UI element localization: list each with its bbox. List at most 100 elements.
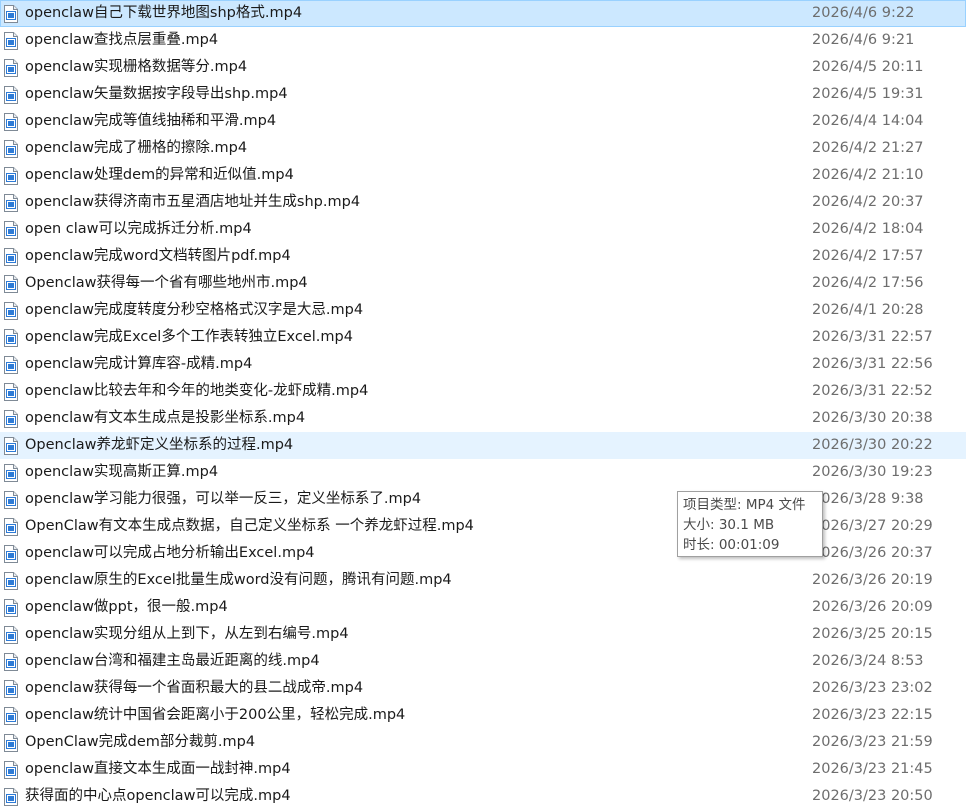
file-row[interactable]: openclaw统计中国省会距离小于200公里，轻松完成.mp4 2026/3/2… (0, 702, 966, 729)
file-name: openclaw完成度转度分秒空格格式汉字是大忌.mp4 (25, 302, 364, 318)
file-row[interactable]: openclaw完成Excel多个工作表转独立Excel.mp4 2026/3/3… (0, 324, 966, 351)
file-date: 2026/4/2 20:37 (812, 194, 924, 210)
file-date: 2026/3/27 20:29 (812, 518, 933, 534)
file-date: 2026/3/23 21:45 (812, 761, 933, 777)
video-file-icon (4, 707, 18, 725)
video-file-icon (4, 140, 18, 158)
file-name: openclaw原生的Excel批量生成word没有问题，腾讯有问题.mp4 (25, 572, 452, 588)
file-date: 2026/3/30 20:38 (812, 410, 933, 426)
file-date: 2026/3/25 20:15 (812, 626, 933, 642)
video-file-icon (4, 59, 18, 77)
video-file-icon (4, 491, 18, 509)
file-name: openclaw自己下载世界地图shp格式.mp4 (25, 5, 303, 21)
file-row[interactable]: openclaw处理dem的异常和近似值.mp4 2026/4/2 21:10 (0, 162, 966, 189)
video-file-icon (4, 329, 18, 347)
video-file-icon (4, 167, 18, 185)
file-name: openclaw完成Excel多个工作表转独立Excel.mp4 (25, 329, 353, 345)
file-name: openclaw可以完成占地分析输出Excel.mp4 (25, 545, 315, 561)
file-name: openclaw实现栅格数据等分.mp4 (25, 59, 248, 75)
file-date: 2026/4/4 14:04 (812, 113, 924, 129)
file-date: 2026/3/26 20:09 (812, 599, 933, 615)
file-date: 2026/3/31 22:56 (812, 356, 933, 372)
file-row[interactable]: open claw可以完成拆迁分析.mp4 2026/4/2 18:04 (0, 216, 966, 243)
video-file-icon (4, 302, 18, 320)
file-date: 2026/4/6 9:22 (812, 5, 915, 21)
file-row[interactable]: openclaw完成word文档转图片pdf.mp4 2026/4/2 17:57 (0, 243, 966, 270)
file-name: openclaw有文本生成点是投影坐标系.mp4 (25, 410, 306, 426)
file-name: openclaw完成了栅格的擦除.mp4 (25, 140, 248, 156)
file-name: Openclaw养龙虾定义坐标系的过程.mp4 (25, 437, 294, 453)
file-date: 2026/3/31 22:57 (812, 329, 933, 345)
video-file-icon (4, 5, 18, 23)
video-file-icon (4, 599, 18, 617)
file-row[interactable]: openclaw原生的Excel批量生成word没有问题，腾讯有问题.mp4 20… (0, 567, 966, 594)
file-row[interactable]: openclaw查找点层重叠.mp4 2026/4/6 9:21 (0, 27, 966, 54)
video-file-icon (4, 275, 18, 293)
file-date: 2026/4/2 17:57 (812, 248, 924, 264)
file-row[interactable]: openclaw实现分组从上到下，从左到右编号.mp4 2026/3/25 20:… (0, 621, 966, 648)
file-row[interactable]: openclaw比较去年和今年的地类变化-龙虾成精.mp4 2026/3/31 2… (0, 378, 966, 405)
file-date: 2026/3/30 20:22 (812, 437, 933, 453)
file-name: openclaw做ppt，很一般.mp4 (25, 599, 228, 615)
file-name: openclaw学习能力很强，可以举一反三，定义坐标系了.mp4 (25, 491, 422, 507)
file-row[interactable]: openclaw完成了栅格的擦除.mp4 2026/4/2 21:27 (0, 135, 966, 162)
file-name: open claw可以完成拆迁分析.mp4 (25, 221, 252, 237)
file-row[interactable]: openclaw实现高斯正算.mp4 2026/3/30 19:23 (0, 459, 966, 486)
file-row[interactable]: openclaw做ppt，很一般.mp4 2026/3/26 20:09 (0, 594, 966, 621)
file-name: openclaw获得济南市五星酒店地址并生成shp.mp4 (25, 194, 361, 210)
file-name: openclaw获得每一个省面积最大的县二战成帝.mp4 (25, 680, 364, 696)
file-name: 获得面的中心点openclaw可以完成.mp4 (25, 788, 291, 804)
file-row[interactable]: openclaw矢量数据按字段导出shp.mp4 2026/4/5 19:31 (0, 81, 966, 108)
video-file-icon (4, 437, 18, 455)
file-row[interactable]: 获得面的中心点openclaw可以完成.mp4 2026/3/23 20:50 (0, 783, 966, 809)
file-name: openclaw比较去年和今年的地类变化-龙虾成精.mp4 (25, 383, 369, 399)
file-date: 2026/4/2 21:10 (812, 167, 924, 183)
file-name: openclaw实现高斯正算.mp4 (25, 464, 219, 480)
file-row[interactable]: openclaw有文本生成点是投影坐标系.mp4 2026/3/30 20:38 (0, 405, 966, 432)
tooltip-duration: 时长: 00:01:09 (683, 537, 780, 553)
video-file-icon (4, 221, 18, 239)
file-date: 2026/4/2 18:04 (812, 221, 924, 237)
file-name: openclaw查找点层重叠.mp4 (25, 32, 219, 48)
file-row[interactable]: openclaw台湾和福建主岛最近距离的线.mp4 2026/3/24 8:53 (0, 648, 966, 675)
video-file-icon (4, 653, 18, 671)
file-rows: openclaw自己下载世界地图shp格式.mp4 2026/4/6 9:22 op… (0, 0, 966, 809)
file-date: 2026/3/23 20:50 (812, 788, 933, 804)
file-row[interactable]: openclaw完成度转度分秒空格格式汉字是大忌.mp4 2026/4/1 20:… (0, 297, 966, 324)
file-date: 2026/4/5 20:11 (812, 59, 924, 75)
video-file-icon (4, 626, 18, 644)
file-row[interactable]: OpenClaw完成dem部分裁剪.mp4 2026/3/23 21:59 (0, 729, 966, 756)
video-file-icon (4, 734, 18, 752)
file-date: 2026/4/6 9:21 (812, 32, 915, 48)
video-file-icon (4, 410, 18, 428)
file-name: openclaw实现分组从上到下，从左到右编号.mp4 (25, 626, 349, 642)
video-file-icon (4, 248, 18, 266)
file-row[interactable]: Openclaw获得每一个省有哪些地州市.mp4 2026/4/2 17:56 (0, 270, 966, 297)
video-file-icon (4, 383, 18, 401)
video-file-icon (4, 572, 18, 590)
video-file-icon (4, 194, 18, 212)
video-file-icon (4, 680, 18, 698)
file-row[interactable]: openclaw获得每一个省面积最大的县二战成帝.mp4 2026/3/23 23… (0, 675, 966, 702)
file-row[interactable]: openclaw直接文本生成面一战封神.mp4 2026/3/23 21:45 (0, 756, 966, 783)
file-name: openclaw矢量数据按字段导出shp.mp4 (25, 86, 288, 102)
file-row[interactable]: openclaw自己下载世界地图shp格式.mp4 2026/4/6 9:22 (0, 0, 966, 27)
file-info-tooltip: 项目类型: MP4 文件 大小: 30.1 MB 时长: 00:01:09 (677, 491, 823, 557)
file-row[interactable]: openclaw实现栅格数据等分.mp4 2026/4/5 20:11 (0, 54, 966, 81)
file-date: 2026/4/5 19:31 (812, 86, 924, 102)
video-file-icon (4, 761, 18, 779)
file-name: openclaw台湾和福建主岛最近距离的线.mp4 (25, 653, 320, 669)
file-row[interactable]: openclaw完成计算库容-成精.mp4 2026/3/31 22:56 (0, 351, 966, 378)
file-name: Openclaw获得每一个省有哪些地州市.mp4 (25, 275, 308, 291)
video-file-icon (4, 113, 18, 131)
video-file-icon (4, 788, 18, 806)
file-row[interactable]: Openclaw养龙虾定义坐标系的过程.mp4 2026/3/30 20:22 (0, 432, 966, 459)
file-row[interactable]: openclaw完成等值线抽稀和平滑.mp4 2026/4/4 14:04 (0, 108, 966, 135)
file-date: 2026/4/1 20:28 (812, 302, 924, 318)
video-file-icon (4, 464, 18, 482)
file-date: 2026/4/2 21:27 (812, 140, 924, 156)
file-row[interactable]: openclaw获得济南市五星酒店地址并生成shp.mp4 2026/4/2 20… (0, 189, 966, 216)
file-name: openclaw处理dem的异常和近似值.mp4 (25, 167, 294, 183)
file-date: 2026/3/23 23:02 (812, 680, 933, 696)
video-file-icon (4, 356, 18, 374)
